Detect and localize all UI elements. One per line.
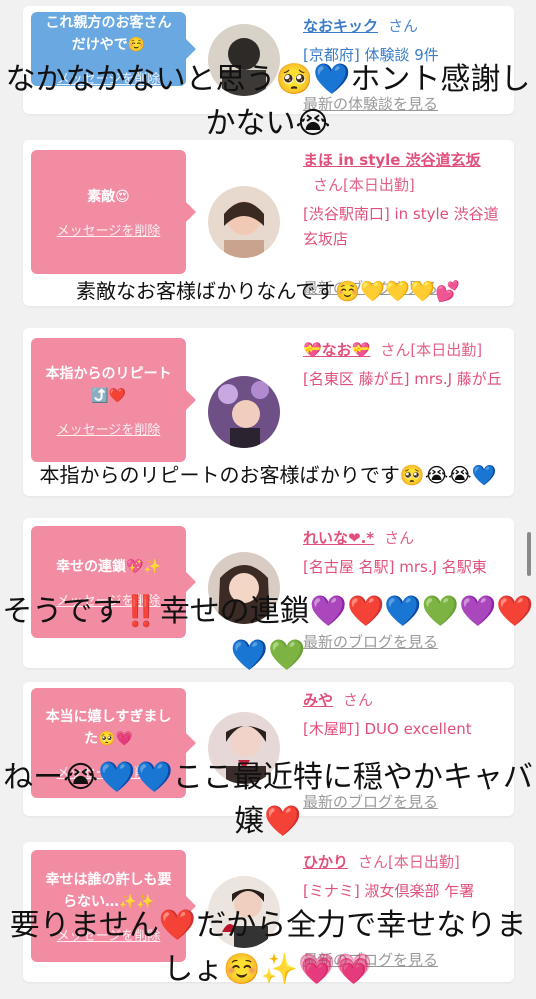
avatar-image — [208, 186, 280, 258]
avatar[interactable] — [208, 712, 280, 784]
profile-name-link[interactable]: みや — [303, 691, 333, 709]
profile-info: れいな❤︎.* さん [名古屋 名駅] mrs.J 名駅東 最新のブログを見る — [303, 526, 502, 651]
message-card: 本当に嬉しすぎました🥺💗 メッセージを削除 みや さん [木屋町] DUO exc… — [23, 682, 514, 816]
location-text: [木屋町] DUO excellent — [303, 720, 472, 738]
message-card: 幸せの連鎖💖✨ メッセージを削除 れいな❤︎.* さん [名古屋 名駅] mrs.… — [23, 518, 514, 668]
delete-message-link[interactable]: メッセージを削除 — [57, 419, 161, 438]
message-text: 素敵😍 — [87, 188, 130, 205]
avatar-image — [208, 712, 280, 784]
location-text: [名古屋 名駅] mrs.J 名駅東 — [303, 558, 487, 576]
profile-info: ひかり さん[本日出勤] [ミナミ] 淑女倶楽部 乍署 最新のブログを見る — [303, 850, 502, 969]
name-suffix: さん[本日出勤] — [380, 341, 483, 359]
scrollbar[interactable] — [527, 532, 531, 576]
message-card: 幸せは誰の許しも要らない…✨✨ メッセージを削除 ひかり さん[本日出勤] [ミナ… — [23, 842, 514, 982]
profile-name-link[interactable]: まほ in style 渋谷道玄坂 — [303, 151, 481, 169]
name-suffix: さん — [384, 529, 415, 547]
latest-blog-link[interactable]: 最新の体験談を見る — [303, 92, 438, 117]
name-suffix: さん — [388, 17, 419, 35]
chat-list-screen: これ親方のお客さんだけやで☺️ メッセージを削除 なおキック さん [京都府] 体… — [0, 0, 536, 999]
name-suffix: さん[本日出勤] — [313, 176, 415, 194]
avatar[interactable] — [208, 376, 280, 448]
message-card: これ親方のお客さんだけやで☺️ メッセージを削除 なおキック さん [京都府] 体… — [23, 6, 514, 114]
message-text: 幸せは誰の許しも要らない…✨✨ — [45, 871, 172, 910]
location-text: [ミナミ] 淑女倶楽部 乍署 — [303, 882, 475, 900]
message-text: 本当に嬉しすぎました🥺💗 — [45, 708, 172, 747]
message-text: 幸せの連鎖💖✨ — [56, 558, 161, 575]
message-bubble: 幸せの連鎖💖✨ メッセージを削除 — [31, 526, 196, 638]
profile-info: みや さん [木屋町] DUO excellent 最新のブログを見る — [303, 688, 502, 811]
avatar-image — [208, 24, 280, 96]
delete-message-link[interactable]: メッセージを削除 — [57, 68, 161, 87]
profile-info: まほ in style 渋谷道玄坂さん[本日出勤] [渋谷駅南口] in sty… — [303, 148, 502, 297]
message-card: 素敵😍 メッセージを削除 まほ in style 渋谷道玄坂さん[本日出勤] [… — [23, 140, 514, 306]
profile-info: なおキック さん [京都府] 体験談 9件 最新の体験談を見る — [303, 14, 502, 113]
avatar-image — [208, 552, 280, 624]
delete-message-link[interactable]: メッセージを削除 — [57, 762, 161, 781]
latest-blog-link[interactable]: 最新のブログを見る — [303, 276, 438, 301]
location-text: [名東区 藤が丘] mrs.J 藤が丘 — [303, 370, 502, 388]
profile-name-link[interactable]: れいな❤︎.* — [303, 529, 374, 547]
delete-message-link[interactable]: メッセージを削除 — [57, 925, 161, 944]
avatar[interactable] — [208, 186, 280, 258]
avatar[interactable] — [208, 552, 280, 624]
profile-name-link[interactable]: ひかり — [303, 853, 348, 871]
profile-info: 💝なお💝 さん[本日出勤] [名東区 藤が丘] mrs.J 藤が丘 — [303, 338, 502, 392]
name-suffix: さん[本日出勤] — [358, 853, 460, 871]
location-text: [京都府] 体験談 9件 — [303, 46, 439, 64]
latest-blog-link[interactable]: 最新のブログを見る — [303, 630, 438, 655]
message-bubble: 本指からのリピート⤴️❤️ メッセージを削除 — [31, 338, 196, 462]
avatar-image — [208, 376, 280, 448]
delete-message-link[interactable]: メッセージを削除 — [57, 590, 161, 609]
message-bubble: 本当に嬉しすぎました🥺💗 メッセージを削除 — [31, 688, 196, 798]
location-text: [渋谷駅南口] in style 渋谷道玄坂店 — [303, 205, 499, 248]
message-bubble: これ親方のお客さんだけやで☺️ メッセージを削除 — [31, 12, 196, 87]
delete-message-link[interactable]: メッセージを削除 — [57, 220, 161, 239]
message-card: 本指からのリピート⤴️❤️ メッセージを削除 💝なお💝 さん[本日出勤] [名東区… — [23, 328, 514, 496]
message-text: これ親方のお客さんだけやで☺️ — [45, 14, 172, 53]
latest-blog-link[interactable]: 最新のブログを見る — [303, 948, 438, 973]
avatar[interactable] — [208, 876, 280, 948]
name-suffix: さん — [343, 691, 374, 709]
profile-name-link[interactable]: なおキック — [303, 17, 378, 35]
message-text: 本指からのリピート⤴️❤️ — [45, 365, 172, 404]
latest-blog-link[interactable]: 最新のブログを見る — [303, 790, 438, 815]
profile-name-link[interactable]: 💝なお💝 — [303, 341, 370, 359]
message-bubble: 素敵😍 メッセージを削除 — [31, 150, 196, 274]
avatar[interactable] — [208, 24, 280, 96]
message-bubble: 幸せは誰の許しも要らない…✨✨ メッセージを削除 — [31, 850, 196, 962]
avatar-image — [208, 876, 280, 948]
